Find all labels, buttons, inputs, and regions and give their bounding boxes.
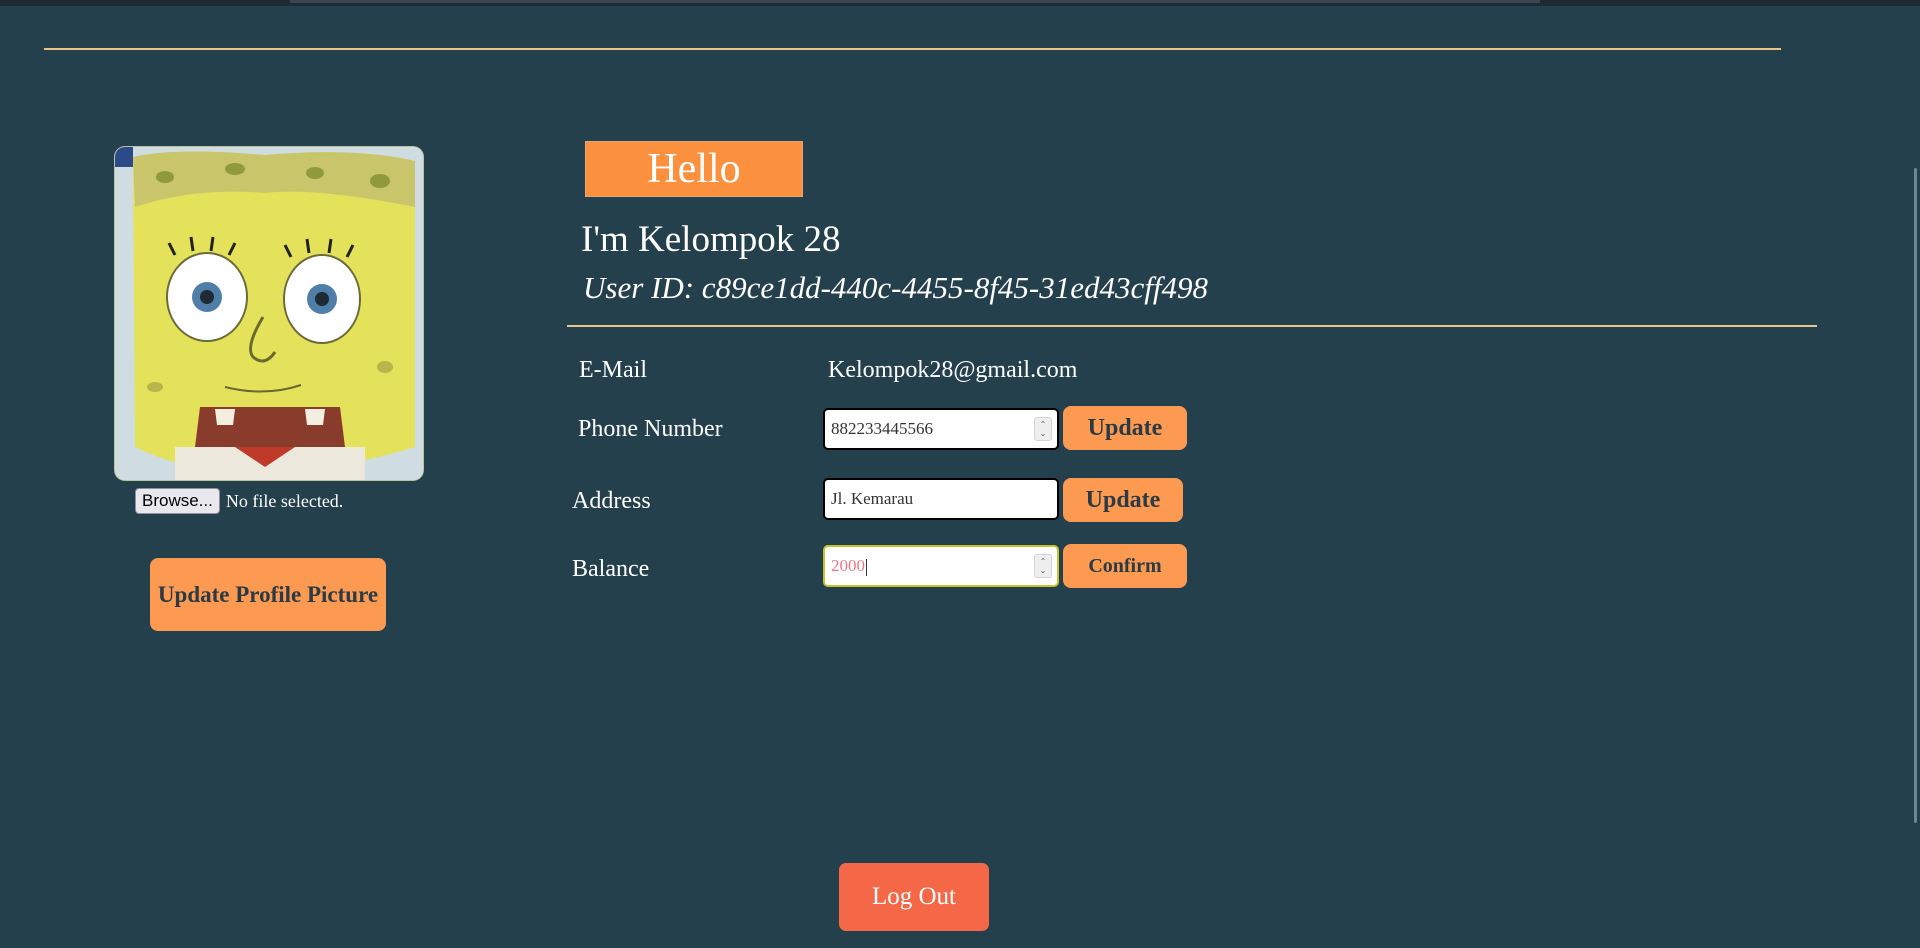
- phone-number-input[interactable]: 882233445566 ⌃ ⌄: [823, 408, 1059, 450]
- scrollbar-thumb[interactable]: [1914, 168, 1917, 823]
- spin-arrows-icon[interactable]: ⌃ ⌄: [1034, 554, 1052, 578]
- update-phone-button[interactable]: Update: [1063, 406, 1187, 450]
- spin-arrows-icon[interactable]: ⌃ ⌄: [1034, 417, 1052, 441]
- text-caret: [866, 558, 867, 576]
- logout-button[interactable]: Log Out: [839, 863, 989, 931]
- phone-number-value: 882233445566: [831, 419, 933, 438]
- hello-badge: Hello: [585, 141, 803, 197]
- section-divider: [567, 325, 1817, 327]
- file-picker: Browse... No file selected.: [135, 487, 343, 515]
- address-label: Address: [572, 488, 651, 514]
- user-id-text: User ID: c89ce1dd-440c-4455-8f45-31ed43c…: [583, 270, 1208, 305]
- balance-input[interactable]: 2000 ⌃ ⌄: [823, 545, 1059, 587]
- greeting-heading: I'm Kelompok 28: [581, 219, 841, 260]
- top-divider: [44, 48, 1781, 50]
- balance-value: 2000: [831, 556, 865, 575]
- profile-picture: [115, 147, 423, 480]
- phone-label: Phone Number: [578, 416, 723, 442]
- email-label: E-Mail: [579, 357, 647, 383]
- update-profile-picture-button[interactable]: Update Profile Picture: [150, 558, 386, 631]
- file-status-text: No file selected.: [225, 490, 344, 511]
- scrollbar[interactable]: [1908, 6, 1920, 948]
- address-value: Jl. Kemarau: [831, 489, 914, 508]
- balance-label: Balance: [572, 556, 650, 582]
- browser-top-strip: [0, 0, 1920, 6]
- email-value: Kelompok28@gmail.com: [828, 357, 1078, 383]
- browser-tab-strip: [290, 0, 1540, 3]
- sponge-character-image: [115, 147, 423, 480]
- browse-button[interactable]: Browse...: [135, 488, 220, 514]
- confirm-balance-button[interactable]: Confirm: [1063, 544, 1187, 588]
- address-input[interactable]: Jl. Kemarau: [823, 478, 1059, 520]
- update-address-button[interactable]: Update: [1063, 478, 1183, 522]
